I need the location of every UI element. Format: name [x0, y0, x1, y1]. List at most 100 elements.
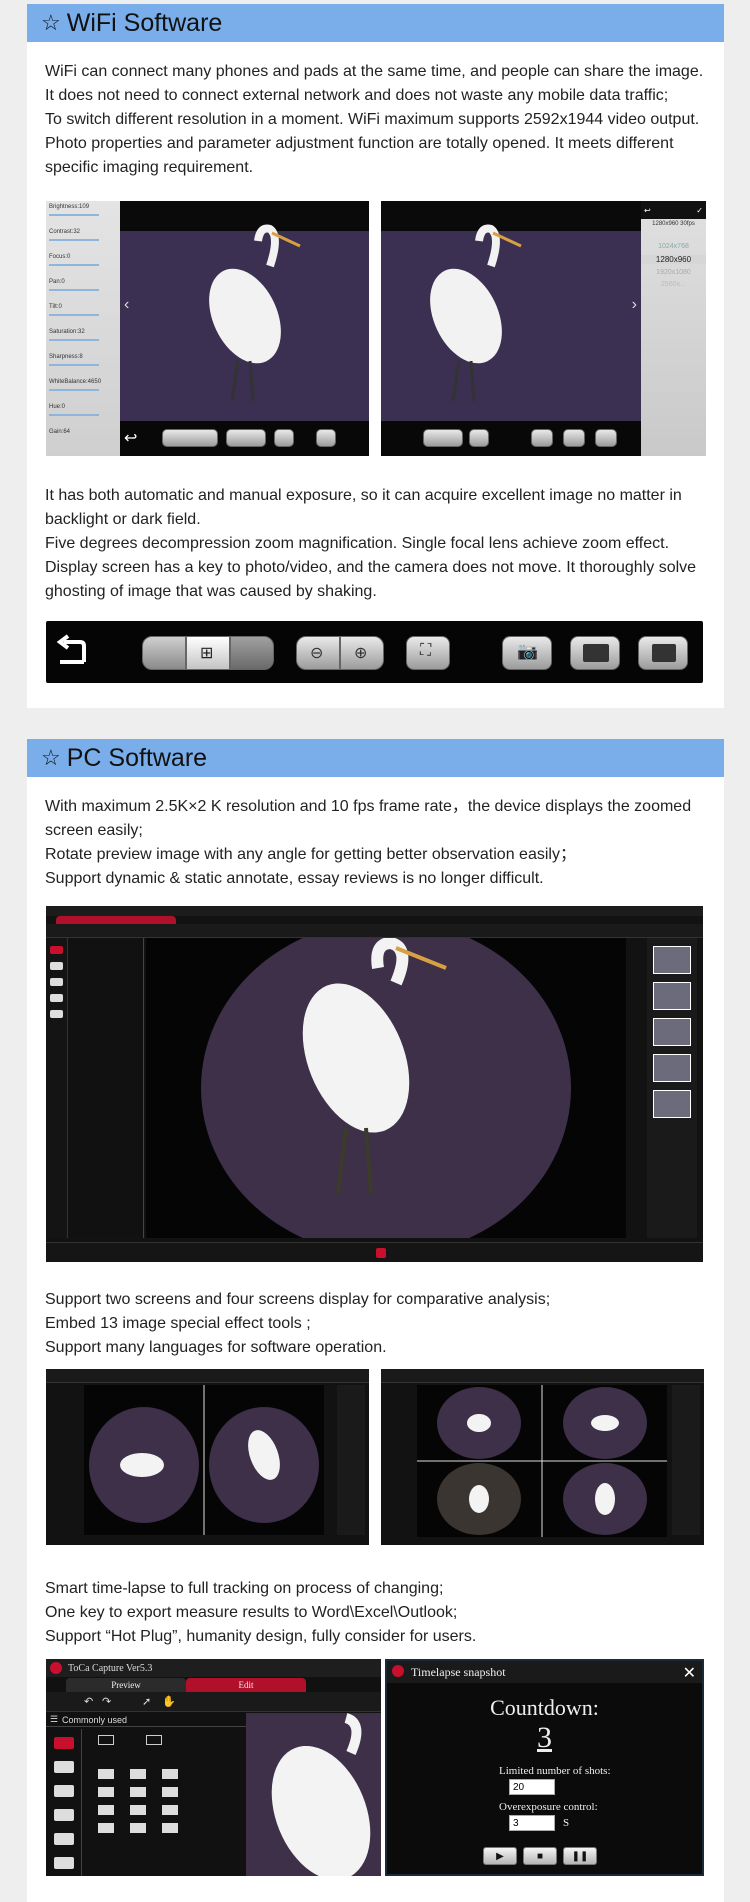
video-button[interactable] — [570, 636, 620, 670]
tool-icon[interactable] — [98, 1805, 114, 1815]
tool-icon[interactable] — [162, 1787, 178, 1797]
zoom-buttons[interactable] — [226, 429, 266, 447]
slider-track[interactable] — [49, 339, 99, 341]
hand-icon[interactable]: ✋ — [162, 1695, 176, 1708]
zoom-in-button[interactable]: ⊕ — [340, 636, 384, 670]
video-button[interactable] — [563, 429, 585, 447]
text-line: Support dynamic & static annotate, essay… — [45, 870, 544, 887]
tool-icon[interactable] — [162, 1805, 178, 1815]
chevron-left-icon[interactable]: ‹ — [124, 296, 129, 314]
camera-button[interactable]: 📷 — [502, 636, 552, 670]
tool-icon[interactable] — [130, 1769, 146, 1779]
tool-icon[interactable] — [98, 1769, 114, 1779]
exposure-auto-button[interactable] — [142, 636, 186, 670]
exposure-toggle[interactable] — [162, 429, 218, 447]
tool-icon[interactable] — [146, 1735, 162, 1745]
timelapse-title: Timelapse snapshot — [411, 1664, 506, 1679]
check-icon[interactable]: ✓ — [696, 206, 703, 215]
folder-button[interactable] — [638, 636, 688, 670]
app-left-sidebar — [46, 938, 68, 1238]
tool-icon[interactable] — [50, 1010, 63, 1018]
menu-icon[interactable]: ☰ — [50, 1714, 58, 1725]
close-icon[interactable]: ✕ — [683, 1663, 696, 1683]
tool-icon[interactable] — [54, 1833, 74, 1845]
tool-icon[interactable] — [54, 1737, 74, 1749]
camera-button[interactable] — [316, 429, 336, 447]
tool-icon[interactable] — [50, 978, 63, 986]
pointer-icon[interactable]: ➚ — [142, 1695, 151, 1708]
pause-button[interactable]: ❚❚ — [563, 1847, 597, 1865]
egret-preview — [246, 1713, 381, 1876]
app-toolbar — [381, 1369, 704, 1383]
chevron-right-icon[interactable]: › — [632, 296, 637, 314]
resolution-option[interactable]: 1024x768 — [641, 243, 706, 250]
stop-button[interactable]: ■ — [523, 1847, 557, 1865]
tool-icon[interactable] — [50, 962, 63, 970]
resolution-option-selected[interactable]: 1280x960 — [641, 255, 706, 264]
overexposure-input[interactable]: 3 — [509, 1815, 555, 1831]
record-button[interactable] — [376, 1248, 386, 1258]
thumbnail[interactable] — [653, 982, 691, 1010]
tool-icon[interactable] — [54, 1857, 74, 1869]
fullscreen-button[interactable]: ⛶ — [406, 636, 450, 670]
pc-section-title: PC Software — [66, 743, 208, 772]
tool-icon[interactable] — [98, 1787, 114, 1797]
tool-icon[interactable] — [54, 1761, 74, 1773]
tool-icon[interactable] — [54, 1809, 74, 1821]
limited-shots-input[interactable]: 20 — [509, 1779, 555, 1795]
text-line: Smart time-lapse to full tracking on pro… — [45, 1580, 444, 1597]
slider-label: Tilt:0 — [49, 304, 62, 310]
resolution-option[interactable]: 2560x... — [641, 281, 706, 288]
tab-edit[interactable]: Edit — [186, 1678, 306, 1692]
redo-icon[interactable]: ↷ — [102, 1695, 111, 1708]
tool-icon[interactable] — [130, 1823, 146, 1833]
tool-icon[interactable] — [98, 1823, 114, 1833]
slider-label: Saturation:32 — [49, 329, 85, 335]
exposure-mode-button[interactable] — [230, 636, 274, 670]
slider-row: Brightness:109 — [49, 204, 117, 229]
resolution-panel: ↩ ✓ 1280x960 30fps 1024x768 1280x960 1920… — [641, 201, 706, 456]
slider-row: Hue:0 — [49, 404, 117, 429]
tool-icon[interactable] — [50, 946, 63, 954]
back-icon[interactable]: ↩ — [124, 428, 137, 448]
slider-track[interactable] — [49, 389, 99, 391]
countdown-label: Countdown: — [490, 1695, 599, 1720]
slider-track[interactable] — [49, 239, 99, 241]
slider-track[interactable] — [49, 214, 99, 216]
tool-icon[interactable] — [130, 1805, 146, 1815]
folder-button[interactable] — [595, 429, 617, 447]
tool-icon[interactable] — [54, 1785, 74, 1797]
tool-icon[interactable] — [162, 1823, 178, 1833]
back-icon[interactable] — [54, 632, 94, 672]
slider-track[interactable] — [49, 264, 99, 266]
slider-track[interactable] — [49, 289, 99, 291]
slider-track[interactable] — [49, 314, 99, 316]
preview-image: ‹ — [120, 201, 369, 421]
tool-icon[interactable] — [162, 1769, 178, 1779]
tool-icon[interactable] — [50, 994, 63, 1002]
thumbnail[interactable] — [653, 1054, 691, 1082]
slider-track[interactable] — [49, 414, 99, 416]
fullscreen-button[interactable] — [469, 429, 489, 447]
tab-preview[interactable]: Preview — [66, 1678, 186, 1692]
thumbnail[interactable] — [653, 1090, 691, 1118]
countdown-value: 3 — [537, 1721, 552, 1754]
zoom-buttons[interactable] — [423, 429, 463, 447]
back-icon[interactable]: ↩ — [644, 206, 651, 215]
play-button[interactable]: ▶ — [483, 1847, 517, 1865]
thumbnail[interactable] — [653, 1018, 691, 1046]
thumbnail[interactable] — [653, 946, 691, 974]
zoom-out-button[interactable]: ⊖ — [296, 636, 340, 670]
text-line: Photo properties and parameter adjustmen… — [45, 135, 674, 152]
camera-button[interactable] — [531, 429, 553, 447]
exposure-manual-button[interactable]: ⊞ — [186, 636, 230, 670]
undo-icon[interactable]: ↶ — [84, 1695, 93, 1708]
camera-icon: 📷 — [517, 642, 539, 661]
fullscreen-button[interactable] — [274, 429, 294, 447]
tool-icon[interactable] — [98, 1735, 114, 1745]
text-line: Rotate preview image with any angle for … — [45, 846, 576, 863]
slider-track[interactable] — [49, 364, 99, 366]
resolution-option[interactable]: 1920x1080 — [641, 269, 706, 276]
pause-icon: ❚❚ — [571, 1850, 589, 1862]
tool-icon[interactable] — [130, 1787, 146, 1797]
